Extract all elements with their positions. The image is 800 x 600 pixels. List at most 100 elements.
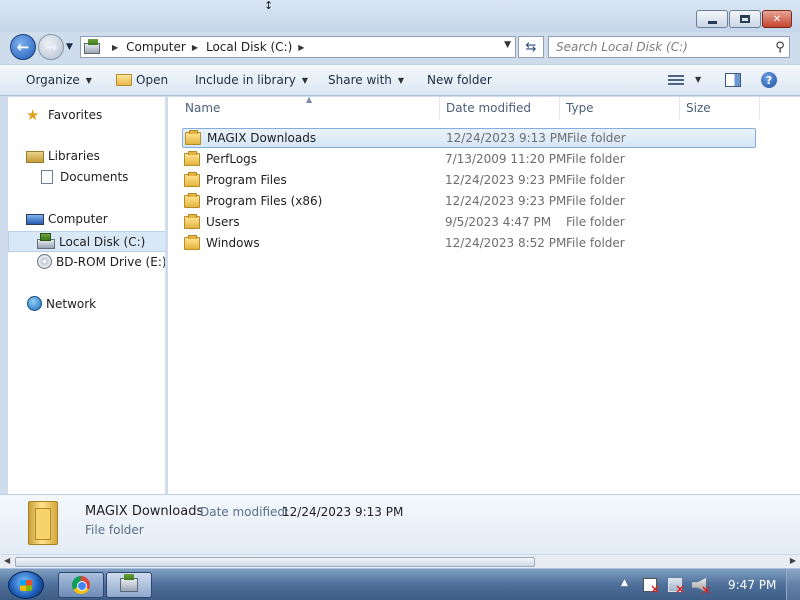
- breadcrumb-separator-icon[interactable]: ▶: [192, 43, 198, 52]
- address-dropdown-icon[interactable]: ▼: [504, 40, 511, 50]
- recent-pages-dropdown[interactable]: ▼: [66, 42, 73, 52]
- optical-drive-icon: [37, 254, 52, 269]
- breadcrumb-separator-icon[interactable]: ▶: [112, 43, 118, 52]
- open-button[interactable]: Open: [116, 73, 168, 87]
- taskbar-explorer[interactable]: [106, 572, 152, 598]
- command-bar: Organize ▼ Open Include in library ▼ Share…: [0, 64, 800, 96]
- organize-button[interactable]: Organize ▼: [26, 73, 92, 87]
- show-desktop-button[interactable]: [786, 569, 800, 600]
- file-date-modified: 12/24/2023 8:52 PM: [445, 236, 567, 250]
- file-date-modified: 9/5/2023 4:47 PM: [445, 215, 552, 229]
- nav-favorites-label: Favorites: [48, 108, 103, 122]
- local-disk-icon: [37, 232, 55, 249]
- nav-libraries[interactable]: Libraries: [26, 149, 100, 163]
- network-status-icon[interactable]: [668, 578, 685, 596]
- close-icon: ✕: [772, 13, 782, 25]
- file-date-modified: 12/24/2023 9:23 PM: [445, 173, 567, 187]
- maximize-button[interactable]: [729, 10, 761, 28]
- nav-local-disk[interactable]: Local Disk (C:): [8, 231, 165, 252]
- details-date-value: 12/24/2023 9:13 PM: [282, 505, 404, 519]
- file-name: Program Files: [206, 173, 287, 187]
- close-button[interactable]: ✕: [762, 10, 792, 28]
- file-type: File folder: [566, 215, 625, 229]
- file-date-modified: 12/24/2023 9:13 PM: [446, 131, 568, 145]
- show-hidden-icons-icon[interactable]: ▲: [621, 578, 628, 588]
- new-folder-button[interactable]: New folder: [427, 73, 492, 87]
- file-name: Users: [206, 215, 240, 229]
- forward-button[interactable]: →: [38, 34, 64, 60]
- view-options-dropdown[interactable]: ▼: [695, 75, 701, 84]
- explorer-window: ↕ ✕ ← → ▼ ▶ Computer ▶ Local Disk (C:) ▶…: [0, 0, 800, 568]
- table-row[interactable]: Program Files 12/24/2023 9:23 PM File fold…: [182, 170, 756, 190]
- search-input[interactable]: [549, 40, 771, 54]
- preview-pane-icon[interactable]: [725, 73, 741, 87]
- nav-computer[interactable]: Computer: [26, 212, 108, 226]
- nav-documents[interactable]: Documents: [38, 170, 128, 184]
- file-type: File folder: [567, 131, 626, 145]
- table-row[interactable]: Users 9/5/2023 4:47 PM File folder: [182, 212, 756, 232]
- scroll-right-icon[interactable]: ▶: [790, 556, 796, 565]
- change-view-icon[interactable]: [668, 75, 684, 87]
- nav-bd-rom-drive[interactable]: BD-ROM Drive (E:) v: [37, 254, 166, 269]
- column-header-name[interactable]: Name ▲: [168, 95, 440, 119]
- nav-libraries-label: Libraries: [48, 149, 100, 163]
- libraries-icon: [26, 151, 44, 163]
- breadcrumb-computer[interactable]: Computer: [126, 40, 186, 54]
- chevron-down-icon: ▼: [301, 75, 309, 85]
- scrollbar-thumb[interactable]: [15, 557, 535, 567]
- file-name: MAGIX Downloads: [207, 131, 317, 145]
- refresh-icon: ⇆: [525, 39, 537, 55]
- file-name: PerfLogs: [206, 152, 258, 166]
- network-icon: [27, 296, 42, 311]
- column-header-type[interactable]: Type: [560, 97, 680, 119]
- nav-computer-label: Computer: [48, 212, 108, 226]
- start-button[interactable]: [8, 571, 44, 599]
- column-date-label: Date modified: [446, 101, 532, 115]
- table-row[interactable]: Program Files (x86) 12/24/2023 9:23 PM Fil…: [182, 191, 756, 211]
- muted-icon: ×: [701, 583, 712, 597]
- navigation-pane: ★ Favorites Libraries Documents Computer …: [8, 97, 166, 494]
- address-bar[interactable]: ▶ Computer ▶ Local Disk (C:) ▶ ▼: [80, 36, 516, 58]
- nav-bd-rom-label: BD-ROM Drive (E:) v: [56, 254, 166, 269]
- breadcrumb-separator-icon[interactable]: ▶: [298, 43, 304, 52]
- back-button[interactable]: ←: [10, 34, 36, 60]
- nav-documents-label: Documents: [60, 170, 129, 184]
- open-folder-icon: [116, 74, 132, 86]
- search-icon[interactable]: ⚲: [771, 40, 789, 55]
- title-bar[interactable]: ↕ ✕: [0, 0, 800, 32]
- star-icon: ★: [26, 106, 40, 124]
- window-controls: ✕: [695, 10, 792, 28]
- chevron-down-icon: ▼: [85, 75, 92, 85]
- nav-favorites[interactable]: ★ Favorites: [26, 107, 102, 123]
- sort-ascending-icon: ▲: [306, 95, 313, 104]
- column-size-label: Size: [686, 101, 711, 115]
- nav-network[interactable]: Network: [27, 296, 96, 311]
- horizontal-scrollbar[interactable]: ◀ ▶: [0, 554, 800, 568]
- file-type: File folder: [566, 173, 625, 187]
- share-with-label: Share with: [328, 73, 392, 87]
- include-in-library-button[interactable]: Include in library ▼: [195, 73, 308, 87]
- help-icon[interactable]: ?: [761, 72, 777, 88]
- column-header-date-modified[interactable]: Date modified: [440, 97, 560, 119]
- table-row[interactable]: Windows 12/24/2023 8:52 PM File folder: [182, 233, 756, 253]
- explorer-icon: [120, 574, 138, 592]
- scroll-left-icon[interactable]: ◀: [4, 556, 10, 565]
- action-center-icon[interactable]: [643, 578, 660, 596]
- taskbar: ▲ × 9:47 PM: [0, 568, 800, 600]
- folder-icon: [28, 501, 58, 545]
- taskbar-chrome[interactable]: [58, 572, 104, 598]
- breadcrumb-local-disk[interactable]: Local Disk (C:): [206, 40, 292, 54]
- back-arrow-icon: ←: [16, 38, 30, 56]
- minimize-button[interactable]: [696, 10, 728, 28]
- table-row[interactable]: PerfLogs 7/13/2009 11:20 PM File folder: [182, 149, 756, 169]
- refresh-button[interactable]: ⇆: [518, 36, 544, 58]
- file-name: Program Files (x86): [206, 194, 323, 208]
- file-date-modified: 12/24/2023 9:23 PM: [445, 194, 567, 208]
- table-row[interactable]: MAGIX Downloads 12/24/2023 9:13 PM File fo…: [182, 128, 756, 148]
- computer-icon: [26, 214, 44, 225]
- taskbar-clock[interactable]: 9:47 PM: [728, 578, 776, 592]
- search-box[interactable]: ⚲: [548, 36, 790, 58]
- share-with-button[interactable]: Share with ▼: [328, 73, 404, 87]
- open-label: Open: [136, 73, 169, 87]
- column-header-size[interactable]: Size: [680, 97, 760, 119]
